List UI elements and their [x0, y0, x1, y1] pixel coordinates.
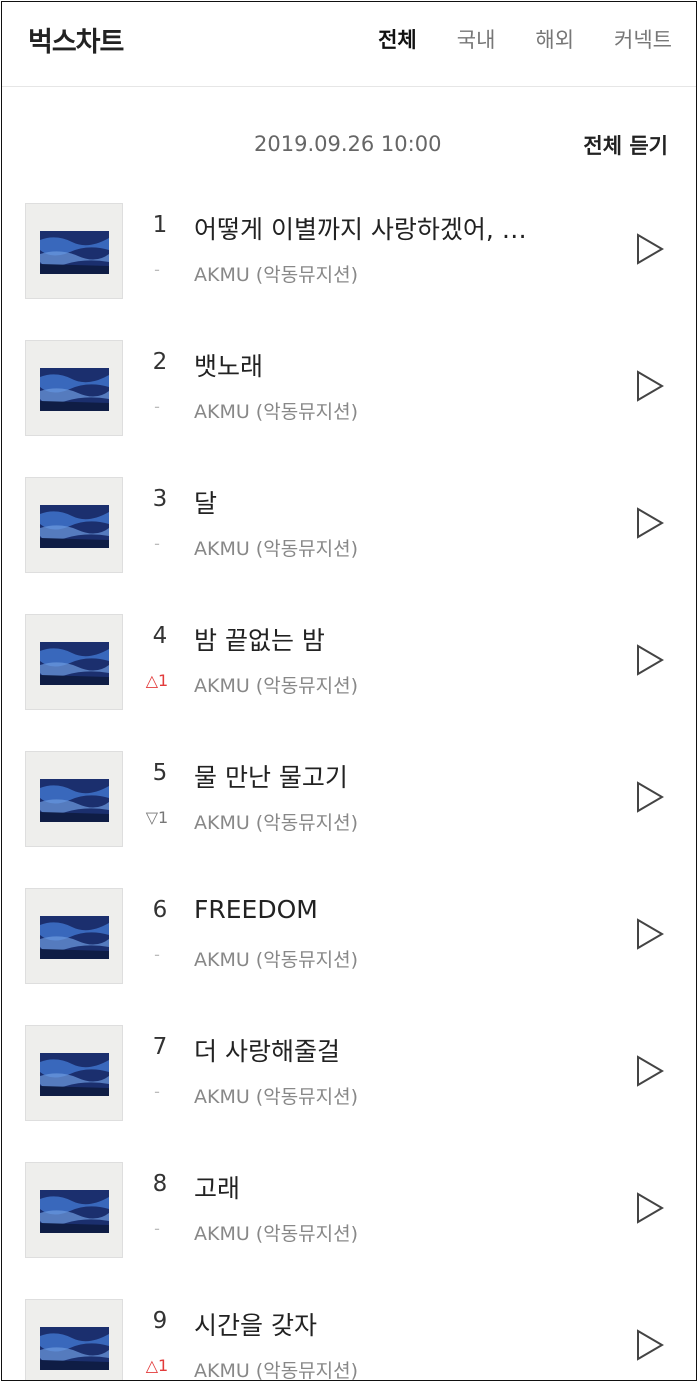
- track-rank: 8: [152, 1171, 168, 1197]
- track-title[interactable]: 뱃노래: [194, 347, 584, 383]
- tab-domestic[interactable]: 국내: [457, 24, 496, 54]
- track-rank: 2: [152, 349, 168, 375]
- rank-change: △1: [145, 671, 169, 690]
- track-title[interactable]: 밤 끝없는 밤: [194, 621, 584, 657]
- album-art-image: [26, 204, 122, 298]
- list-item[interactable]: 5 ▽1 물 만난 물고기 AKMU (악동뮤지션): [2, 747, 696, 884]
- rank-change: -: [154, 1082, 160, 1101]
- play-icon[interactable]: [632, 231, 666, 267]
- album-art-image: [26, 615, 122, 709]
- track-title[interactable]: FREEDOM: [194, 895, 584, 924]
- track-rank: 1: [152, 212, 168, 238]
- list-item[interactable]: 3 - 달 AKMU (악동뮤지션): [2, 473, 696, 610]
- track-artist[interactable]: AKMU (악동뮤지션): [194, 945, 358, 972]
- list-item[interactable]: 9 △1 시간을 갖자 AKMU (악동뮤지션): [2, 1295, 696, 1380]
- page-title: 벅스차트: [28, 27, 124, 58]
- chart-tabs: 전체 국내 해외 커넥트: [338, 24, 672, 54]
- track-title[interactable]: 물 만난 물고기: [194, 758, 584, 794]
- play-icon[interactable]: [632, 779, 666, 815]
- track-list: 1 - 어떻게 이별까지 사랑하겠어, … AKMU (악동뮤지션) 2 - 뱃노래 AKMU…: [2, 199, 696, 1380]
- track-artist[interactable]: AKMU (악동뮤지션): [194, 260, 358, 287]
- rank-change: -: [154, 260, 160, 279]
- play-icon[interactable]: [632, 505, 666, 541]
- track-title[interactable]: 달: [194, 484, 584, 520]
- rank-change: -: [154, 534, 160, 553]
- album-art-image: [26, 752, 122, 846]
- rank-change: -: [154, 1219, 160, 1238]
- track-artist[interactable]: AKMU (악동뮤지션): [194, 1082, 358, 1109]
- album-art[interactable]: [25, 1025, 123, 1121]
- track-artist[interactable]: AKMU (악동뮤지션): [194, 1356, 358, 1380]
- album-art-image: [26, 341, 122, 435]
- track-artist[interactable]: AKMU (악동뮤지션): [194, 671, 358, 698]
- list-item[interactable]: 1 - 어떻게 이별까지 사랑하겠어, … AKMU (악동뮤지션): [2, 199, 696, 336]
- track-rank: 9: [152, 1308, 168, 1334]
- track-rank: 4: [152, 623, 168, 649]
- track-artist[interactable]: AKMU (악동뮤지션): [194, 534, 358, 561]
- album-art[interactable]: [25, 477, 123, 573]
- track-title[interactable]: 어떻게 이별까지 사랑하겠어, …: [194, 210, 584, 246]
- tab-connect[interactable]: 커넥트: [614, 24, 672, 54]
- album-art-image: [26, 889, 122, 983]
- list-item[interactable]: 8 - 고래 AKMU (악동뮤지션): [2, 1158, 696, 1295]
- album-art[interactable]: [25, 614, 123, 710]
- track-rank: 6: [152, 897, 168, 923]
- track-title[interactable]: 더 사랑해줄걸: [194, 1032, 584, 1068]
- rank-change: -: [154, 945, 160, 964]
- album-art[interactable]: [25, 751, 123, 847]
- play-icon[interactable]: [632, 1190, 666, 1226]
- play-all-button[interactable]: 전체 듣기: [583, 130, 668, 160]
- album-art-image: [26, 1163, 122, 1257]
- album-art[interactable]: [25, 888, 123, 984]
- album-art-image: [26, 1300, 122, 1380]
- album-art-image: [26, 1026, 122, 1120]
- album-art[interactable]: [25, 1299, 123, 1380]
- track-artist[interactable]: AKMU (악동뮤지션): [194, 808, 358, 835]
- chart-info-bar: 2019.09.26 10:00 전체 듣기: [2, 128, 696, 168]
- album-art[interactable]: [25, 203, 123, 299]
- track-rank: 5: [152, 760, 168, 786]
- list-item[interactable]: 4 △1 밤 끝없는 밤 AKMU (악동뮤지션): [2, 610, 696, 747]
- list-item[interactable]: 7 - 더 사랑해줄걸 AKMU (악동뮤지션): [2, 1021, 696, 1158]
- album-art-image: [26, 478, 122, 572]
- tab-overseas[interactable]: 해외: [535, 24, 574, 54]
- track-rank: 7: [152, 1034, 168, 1060]
- rank-change: △1: [145, 1356, 169, 1375]
- track-artist[interactable]: AKMU (악동뮤지션): [194, 397, 358, 424]
- play-icon[interactable]: [632, 368, 666, 404]
- rank-change: ▽1: [145, 808, 169, 827]
- track-artist[interactable]: AKMU (악동뮤지션): [194, 1219, 358, 1246]
- track-title[interactable]: 고래: [194, 1169, 584, 1205]
- play-icon[interactable]: [632, 1327, 666, 1363]
- play-icon[interactable]: [632, 916, 666, 952]
- rank-change: -: [154, 397, 160, 416]
- chart-timestamp: 2019.09.26 10:00: [254, 132, 442, 156]
- album-art[interactable]: [25, 340, 123, 436]
- list-item[interactable]: 2 - 뱃노래 AKMU (악동뮤지션): [2, 336, 696, 473]
- album-art[interactable]: [25, 1162, 123, 1258]
- bugs-chart-screen: 벅스차트 전체 국내 해외 커넥트 2019.09.26 10:00 전체 듣기…: [1, 1, 697, 1381]
- app-header: 벅스차트 전체 국내 해외 커넥트: [2, 2, 696, 87]
- track-rank: 3: [152, 486, 168, 512]
- list-item[interactable]: 6 - FREEDOM AKMU (악동뮤지션): [2, 884, 696, 1021]
- tab-all[interactable]: 전체: [378, 24, 417, 54]
- play-icon[interactable]: [632, 642, 666, 678]
- play-icon[interactable]: [632, 1053, 666, 1089]
- track-title[interactable]: 시간을 갖자: [194, 1306, 584, 1342]
